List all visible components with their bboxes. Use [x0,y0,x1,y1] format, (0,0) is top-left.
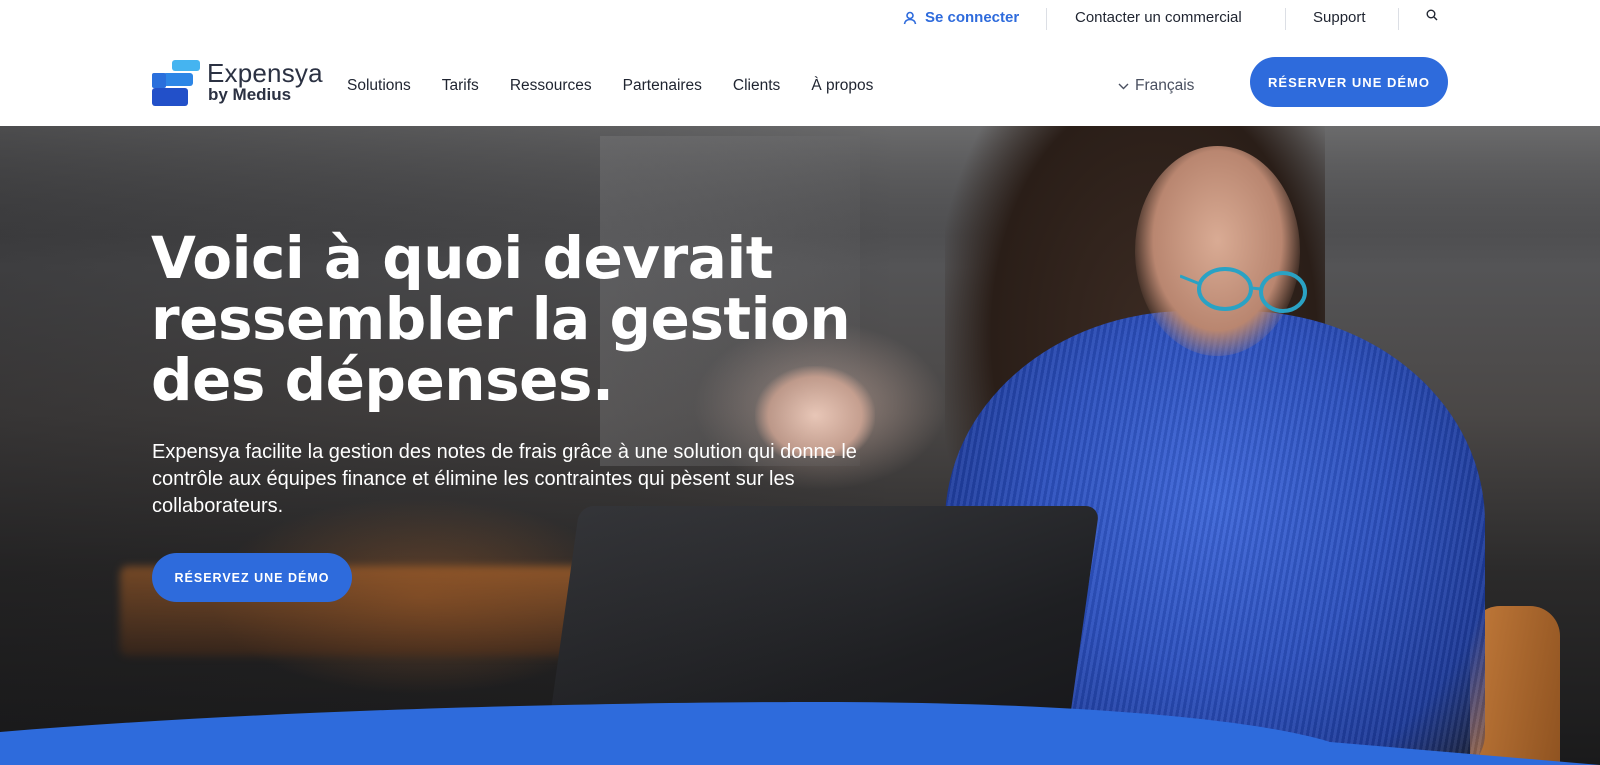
book-demo-button[interactable]: RÉSERVER UNE DÉMO [1250,57,1448,107]
nav-item-tarifs[interactable]: Tarifs [442,77,479,95]
chevron-down-icon [1118,83,1129,89]
divider [1285,8,1286,30]
nav-item-partenaires[interactable]: Partenaires [623,77,702,95]
login-label: Se connecter [925,9,1020,26]
nav-item-solutions[interactable]: Solutions [347,77,411,95]
user-icon [903,11,917,24]
utility-bar: Se connecter Contacter un commercial Sup… [0,0,1600,36]
hero-book-demo-button[interactable]: RÉSERVEZ UNE DÉMO [152,553,352,602]
language-selector[interactable]: Français [1118,77,1194,95]
hero-bottom-wave [0,702,1600,765]
main-nav: Expensya by Medius Solutions Tarifs Ress… [0,36,1600,126]
divider [1398,8,1399,30]
contact-sales-link[interactable]: Contacter un commercial [1075,9,1242,26]
search-button[interactable] [1426,9,1438,21]
brand-subtitle: by Medius [208,85,292,104]
login-link[interactable]: Se connecter [903,9,1019,26]
hero-photo-glasses [1180,267,1307,313]
support-link[interactable]: Support [1313,9,1366,26]
nav-item-ressources[interactable]: Ressources [510,77,592,95]
divider [1046,8,1047,30]
hero-photo-face [1135,146,1300,356]
nav-item-a-propos[interactable]: À propos [811,77,873,95]
primary-menu: Solutions Tarifs Ressources Partenaires … [347,77,904,95]
hero-title: Voici à quoi devrait ressembler la gesti… [151,224,851,414]
logo-mark-icon [152,60,200,106]
hero-lead: Expensya facilite la gestion des notes d… [152,441,857,517]
nav-item-clients[interactable]: Clients [733,77,780,95]
hero-section: Voici à quoi devrait ressembler la gesti… [0,126,1600,765]
logo[interactable]: Expensya by Medius [152,58,323,106]
language-label: Français [1135,77,1195,94]
search-icon [1426,9,1438,21]
